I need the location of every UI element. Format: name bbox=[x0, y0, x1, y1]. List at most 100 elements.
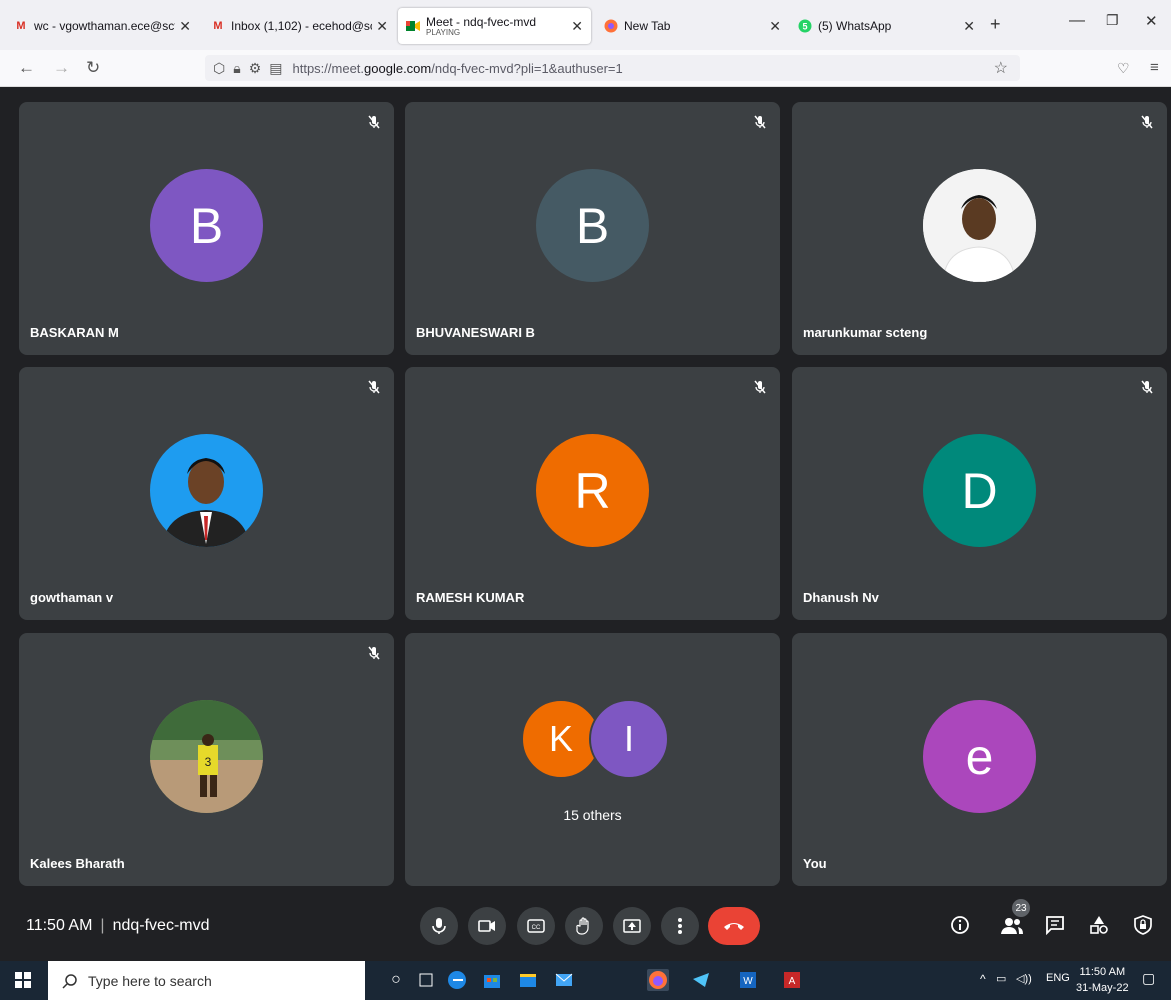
captions-icon: CC bbox=[527, 919, 545, 933]
tab-title: Inbox (1,102) - ecehod@scten bbox=[231, 19, 372, 33]
window-close-icon[interactable]: ✕ bbox=[1145, 12, 1158, 30]
participant-name: You bbox=[803, 856, 827, 871]
camera-button[interactable] bbox=[468, 907, 506, 945]
close-icon[interactable]: ✕ bbox=[571, 18, 583, 35]
tab-whatsapp[interactable]: 5 (5) WhatsApp ✕ bbox=[790, 8, 983, 44]
windows-taskbar: Type here to search ○ W A ^ ▭ ◁)) ENG 11… bbox=[0, 961, 1171, 1000]
svg-text:3: 3 bbox=[205, 755, 212, 769]
whatsapp-icon: 5 bbox=[798, 19, 812, 33]
network-icon[interactable]: ▭ bbox=[996, 972, 1006, 985]
mail-icon[interactable] bbox=[553, 969, 575, 991]
taskbar-clock[interactable]: 11:50 AM 31-May-22 bbox=[1076, 964, 1129, 996]
windows-start-icon[interactable] bbox=[12, 969, 34, 991]
reader-mode-icon[interactable]: ▤ bbox=[269, 60, 282, 77]
meet-icon bbox=[406, 19, 420, 33]
close-icon[interactable]: ✕ bbox=[179, 18, 191, 35]
raise-hand-button[interactable] bbox=[565, 907, 603, 945]
permissions-icon[interactable]: ⚙ bbox=[249, 60, 262, 77]
bookmark-star-icon[interactable]: ☆ bbox=[994, 58, 1008, 78]
mic-off-icon bbox=[1141, 380, 1153, 394]
gmail-icon: M bbox=[16, 20, 26, 32]
hand-icon bbox=[576, 917, 589, 935]
microphone-icon bbox=[432, 918, 446, 934]
captions-button[interactable]: CC bbox=[517, 907, 555, 945]
microphone-button[interactable] bbox=[420, 907, 458, 945]
cortana-icon[interactable]: ○ bbox=[385, 969, 407, 991]
restore-icon[interactable]: ❐ bbox=[1106, 12, 1119, 29]
tab-title: Meet - ndq-fvec-mvd bbox=[426, 15, 537, 29]
tab-gmail-inbox[interactable]: M Inbox (1,102) - ecehod@scten ✕ bbox=[203, 8, 396, 44]
tab-title: wc - vgowthaman.ece@scten bbox=[34, 19, 176, 33]
close-icon[interactable]: ✕ bbox=[376, 18, 388, 35]
word-icon[interactable]: W bbox=[737, 969, 759, 991]
participant-tile[interactable]: marunkumar scteng bbox=[792, 102, 1167, 355]
close-icon[interactable]: ✕ bbox=[769, 18, 781, 35]
info-icon bbox=[951, 916, 969, 934]
meeting-code: ndq-fvec-mvd bbox=[112, 917, 210, 934]
chat-button[interactable] bbox=[1043, 913, 1067, 937]
reload-icon[interactable]: ↻ bbox=[86, 58, 100, 78]
participant-name: BHUVANESWARI B bbox=[416, 325, 535, 340]
notifications-icon[interactable]: ▢ bbox=[1142, 970, 1155, 987]
leave-call-button[interactable] bbox=[708, 907, 760, 945]
avatar: e bbox=[923, 700, 1036, 813]
taskbar-search[interactable]: Type here to search bbox=[48, 961, 365, 1000]
tray-chevron-icon[interactable]: ^ bbox=[980, 972, 986, 986]
people-icon bbox=[1001, 918, 1023, 934]
shield-icon[interactable]: ⬡ bbox=[213, 60, 225, 77]
mic-off-icon bbox=[1141, 115, 1153, 129]
back-arrow-icon[interactable]: ← bbox=[18, 58, 35, 78]
present-icon bbox=[623, 919, 641, 933]
minimize-icon[interactable]: — bbox=[1069, 12, 1085, 30]
search-placeholder: Type here to search bbox=[88, 972, 212, 989]
pdf-reader-icon[interactable]: A bbox=[781, 969, 803, 991]
pocket-icon[interactable]: ♡ bbox=[1117, 60, 1130, 77]
file-explorer-icon[interactable] bbox=[517, 969, 539, 991]
lock-icon[interactable]: 🔒︎ bbox=[233, 60, 240, 77]
mic-off-icon bbox=[368, 380, 380, 394]
gmail-icon: M bbox=[213, 20, 223, 32]
participant-tile[interactable]: B BASKARAN M bbox=[19, 102, 394, 355]
others-tile[interactable]: K I 15 others bbox=[405, 633, 780, 886]
volume-icon[interactable]: ◁)) bbox=[1016, 972, 1032, 985]
task-view-icon[interactable] bbox=[415, 969, 437, 991]
self-tile[interactable]: e You bbox=[792, 633, 1167, 886]
tab-title: New Tab bbox=[624, 19, 671, 33]
app-icon[interactable] bbox=[690, 969, 712, 991]
menu-hamburger-icon[interactable]: ≡ bbox=[1150, 59, 1159, 76]
activities-button[interactable] bbox=[1087, 913, 1111, 937]
store-icon[interactable] bbox=[481, 969, 503, 991]
svg-text:CC: CC bbox=[532, 925, 541, 931]
clock-time: 11:50 AM bbox=[1079, 966, 1126, 978]
participant-tile[interactable]: gowthaman v bbox=[19, 367, 394, 620]
firefox-taskbar-icon[interactable] bbox=[647, 969, 669, 991]
present-screen-button[interactable] bbox=[613, 907, 651, 945]
svg-text:W: W bbox=[743, 976, 753, 987]
avatar: B bbox=[536, 169, 649, 282]
tab-new-tab[interactable]: New Tab ✕ bbox=[596, 8, 789, 44]
participant-name: RAMESH KUMAR bbox=[416, 590, 525, 605]
meeting-details-button[interactable] bbox=[948, 913, 972, 937]
new-tab-button[interactable]: + bbox=[990, 14, 1001, 35]
participants-count-badge: 23 bbox=[1012, 899, 1030, 917]
tab-gmail-wc[interactable]: M wc - vgowthaman.ece@scten ✕ bbox=[6, 8, 199, 44]
participant-tile[interactable]: R RAMESH KUMAR bbox=[405, 367, 780, 620]
language-indicator[interactable]: ENG bbox=[1046, 972, 1070, 984]
search-icon bbox=[62, 973, 77, 989]
svg-text:A: A bbox=[789, 976, 796, 987]
host-controls-button[interactable] bbox=[1131, 913, 1155, 937]
navigation-toolbar: ← → ↻ ⬡ 🔒︎ ⚙ ▤ https://meet.google.com/n… bbox=[0, 50, 1171, 87]
forward-arrow-icon[interactable]: → bbox=[53, 58, 70, 78]
edge-icon[interactable] bbox=[446, 969, 468, 991]
more-options-button[interactable] bbox=[661, 907, 699, 945]
participant-tile[interactable]: B BHUVANESWARI B bbox=[405, 102, 780, 355]
photo-avatar bbox=[923, 169, 1036, 282]
participant-tile[interactable]: D Dhanush Nv bbox=[792, 367, 1167, 620]
participant-name: Dhanush Nv bbox=[803, 590, 879, 605]
participant-tile[interactable]: 3 Kalees Bharath bbox=[19, 633, 394, 886]
others-count-label: 15 others bbox=[563, 807, 622, 823]
tab-meet[interactable]: Meet - ndq-fvec-mvd PLAYING ✕ bbox=[398, 8, 591, 44]
close-icon[interactable]: ✕ bbox=[963, 18, 975, 35]
address-bar[interactable]: ⬡ 🔒︎ ⚙ ▤ https://meet.google.com/ndq-fve… bbox=[205, 55, 1020, 81]
url-text[interactable]: https://meet.google.com/ndq-fvec-mvd?pli… bbox=[292, 61, 622, 76]
